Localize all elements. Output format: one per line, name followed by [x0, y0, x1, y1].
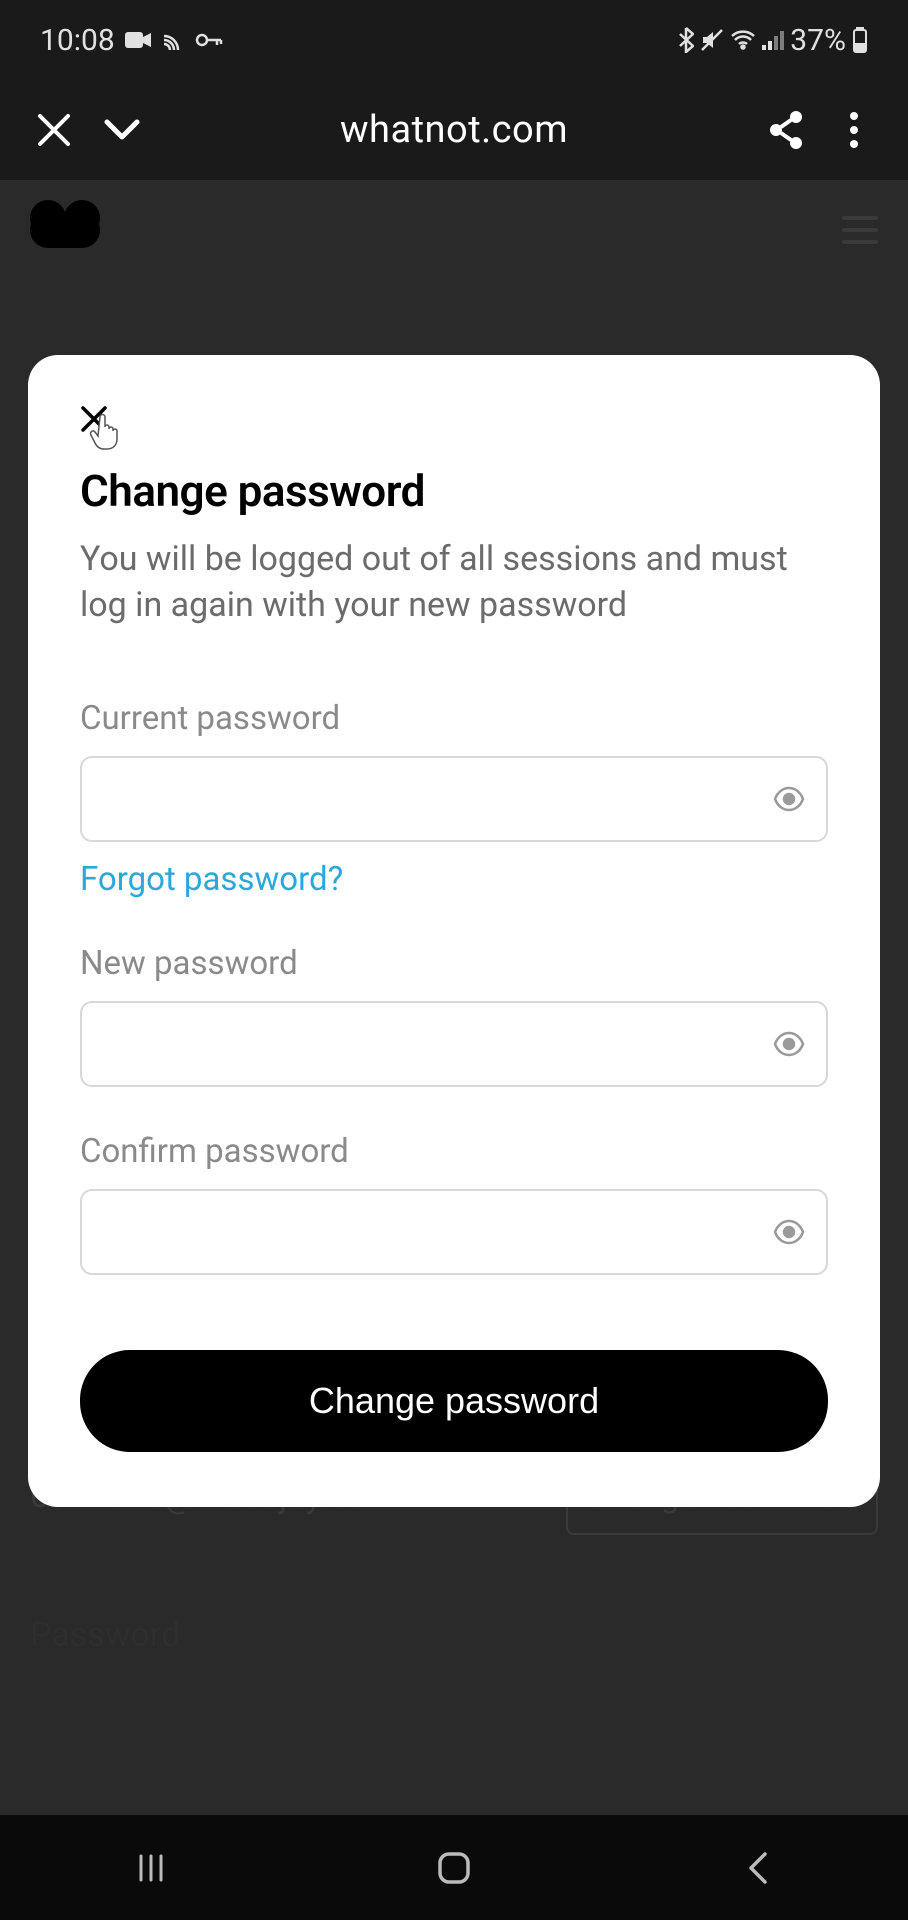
hamburger-icon[interactable]: [842, 216, 878, 244]
confirm-password-input[interactable]: [102, 1215, 772, 1249]
modal-close-button[interactable]: [80, 405, 120, 445]
eye-icon[interactable]: [772, 782, 806, 816]
new-password-input[interactable]: [102, 1027, 772, 1061]
whatnot-logo[interactable]: [30, 212, 100, 248]
confirm-password-label: Confirm password: [80, 1132, 828, 1171]
current-password-field: Current password Forgot password?: [80, 699, 828, 899]
confirm-password-field: Confirm password: [80, 1132, 828, 1275]
eye-icon[interactable]: [772, 1027, 806, 1061]
change-password-modal: Change password You will be logged out o…: [28, 355, 880, 1507]
share-icon[interactable]: [762, 106, 810, 154]
forgot-password-link[interactable]: Forgot password?: [80, 860, 343, 899]
current-password-input[interactable]: [102, 782, 772, 816]
status-left: 10:08: [40, 23, 223, 58]
status-right: 37%: [678, 23, 868, 58]
status-bar: 10:08 37%: [0, 0, 908, 80]
browser-bar: whatnot.com: [0, 80, 908, 180]
video-icon: [125, 30, 151, 50]
back-button[interactable]: [733, 1844, 781, 1892]
bluetooth-icon: [678, 27, 694, 53]
wifi-icon: [730, 30, 756, 50]
cursor-hand-icon: [90, 413, 122, 451]
modal-title: Change password: [80, 465, 828, 517]
close-tab-icon[interactable]: [30, 106, 78, 154]
cast-icon: [161, 30, 185, 50]
change-password-button[interactable]: Change password: [80, 1350, 828, 1452]
new-password-label: New password: [80, 944, 828, 983]
current-password-label: Current password: [80, 699, 828, 738]
eye-icon[interactable]: [772, 1215, 806, 1249]
browser-url[interactable]: whatnot.com: [166, 108, 742, 152]
more-icon[interactable]: [830, 106, 878, 154]
android-nav-bar: [0, 1815, 908, 1920]
recent-apps-button[interactable]: [127, 1844, 175, 1892]
modal-description: You will be logged out of all sessions a…: [80, 537, 828, 629]
signal-icon: [762, 30, 784, 50]
status-time: 10:08: [40, 23, 115, 58]
chevron-down-icon[interactable]: [98, 106, 146, 154]
key-icon: [195, 32, 223, 48]
mute-icon: [700, 28, 724, 52]
page-header: [0, 180, 908, 280]
status-battery: 37%: [790, 23, 846, 58]
new-password-field: New password: [80, 944, 828, 1087]
battery-icon: [852, 27, 868, 53]
home-button[interactable]: [430, 1844, 478, 1892]
bg-password-label: Password: [30, 1615, 180, 1655]
